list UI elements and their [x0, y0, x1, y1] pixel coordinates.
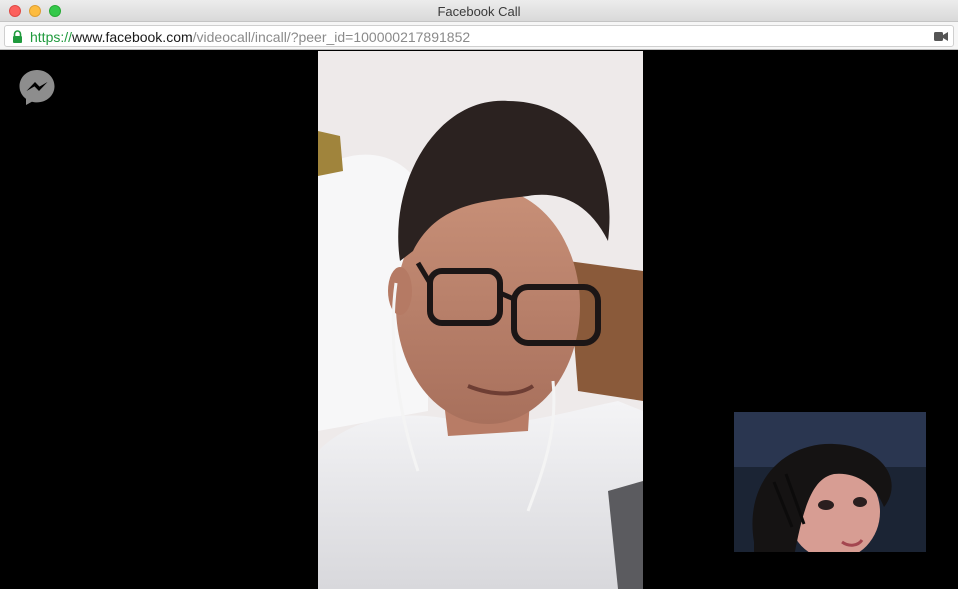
- camera-icon[interactable]: [934, 32, 948, 41]
- lock-icon: [13, 30, 22, 43]
- call-area: [0, 51, 958, 589]
- self-view-video: [734, 412, 926, 557]
- left-pane: [0, 51, 318, 589]
- remote-video: [318, 51, 643, 589]
- url-scheme: https://: [30, 29, 73, 45]
- address-bar: https://www.facebook.com/videocall/incal…: [0, 22, 958, 50]
- remote-person-illustration: [318, 51, 643, 589]
- url-path: /videocall/incall/?peer_id=1000002178918…: [192, 29, 471, 45]
- url-field[interactable]: https://www.facebook.com/videocall/incal…: [4, 25, 954, 47]
- url-text: https://www.facebook.com/videocall/incal…: [30, 29, 470, 45]
- messenger-icon[interactable]: [18, 69, 56, 105]
- title-bar: Facebook Call: [0, 0, 958, 22]
- self-person-illustration: [734, 412, 926, 557]
- url-host: www.facebook.com: [72, 29, 193, 45]
- window-title: Facebook Call: [437, 4, 521, 19]
